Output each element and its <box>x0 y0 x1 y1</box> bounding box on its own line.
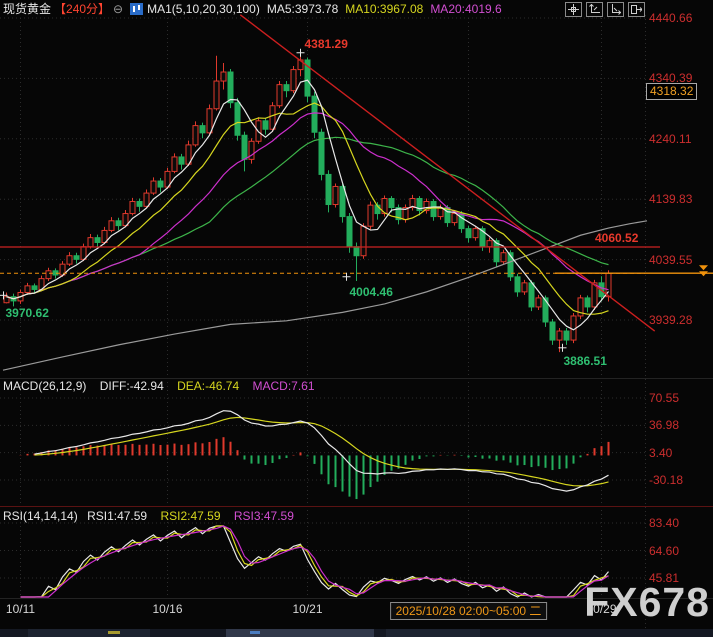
ma5-value: MA5:3973.78 <box>267 1 338 17</box>
shift-right-icon[interactable] <box>628 2 645 17</box>
ma-settings-label[interactable]: MA1(5,10,20,30,100) <box>147 1 260 17</box>
rsi3-value: RSI3:47.59 <box>234 509 294 523</box>
ma20-value: MA20:4019.6 <box>430 1 501 17</box>
rsi2-line <box>21 526 609 597</box>
rsi1-line <box>21 526 609 597</box>
bottom-tab[interactable] <box>250 631 260 634</box>
rsi1-value: RSI1:47.59 <box>87 509 147 523</box>
rsi-header: RSI(14,14,14) RSI1:47.59 RSI2:47.59 RSI3… <box>3 509 304 523</box>
rsi-title[interactable]: RSI(14,14,14) <box>3 509 78 523</box>
trend-line[interactable] <box>240 15 654 331</box>
chart-window: 现货黄金 【240分】 ⊖ MA1(5,10,20,30,100) MA5:39… <box>0 0 713 637</box>
axis-pan-icon[interactable] <box>607 2 624 17</box>
bottom-tab[interactable] <box>108 631 120 634</box>
ma10-value: MA10:3967.08 <box>345 1 423 17</box>
macd-dea-value: DEA:-46.74 <box>177 379 239 393</box>
bottom-tab[interactable] <box>28 629 150 637</box>
rsi2-value: RSI2:47.59 <box>160 509 220 523</box>
symbol-title: 现货黄金 <box>3 1 51 17</box>
bottom-tab-strip[interactable] <box>0 629 713 637</box>
candlestick-type-icon[interactable] <box>130 3 143 15</box>
chart-toolbar <box>565 2 645 17</box>
main-chart-canvas[interactable] <box>0 0 713 637</box>
macd-histogram <box>21 437 609 499</box>
macd-value: MACD:7.61 <box>252 379 314 393</box>
candlesticks <box>4 54 611 352</box>
rsi3-line <box>21 526 609 597</box>
axis-scale-icon[interactable] <box>586 2 603 17</box>
macd-header: MACD(26,12,9) DIFF:-42.94 DEA:-46.74 MAC… <box>3 379 325 393</box>
pan-icon[interactable] <box>565 2 582 17</box>
period-label[interactable]: 【240分】 <box>54 1 110 17</box>
macd-diff-value: DIFF:-42.94 <box>100 379 164 393</box>
watermark: FX678 <box>584 579 710 626</box>
macd-dea-line <box>35 417 609 485</box>
bottom-tab[interactable] <box>386 629 480 637</box>
price-marker-icon <box>699 265 708 270</box>
macd-diff-line <box>35 411 609 491</box>
ma5-line <box>7 80 609 330</box>
macd-title[interactable]: MACD(26,12,9) <box>3 379 86 393</box>
ma100-line <box>3 221 647 370</box>
bottom-tab-selected[interactable] <box>226 629 374 637</box>
collapse-icon[interactable]: ⊖ <box>113 1 123 17</box>
